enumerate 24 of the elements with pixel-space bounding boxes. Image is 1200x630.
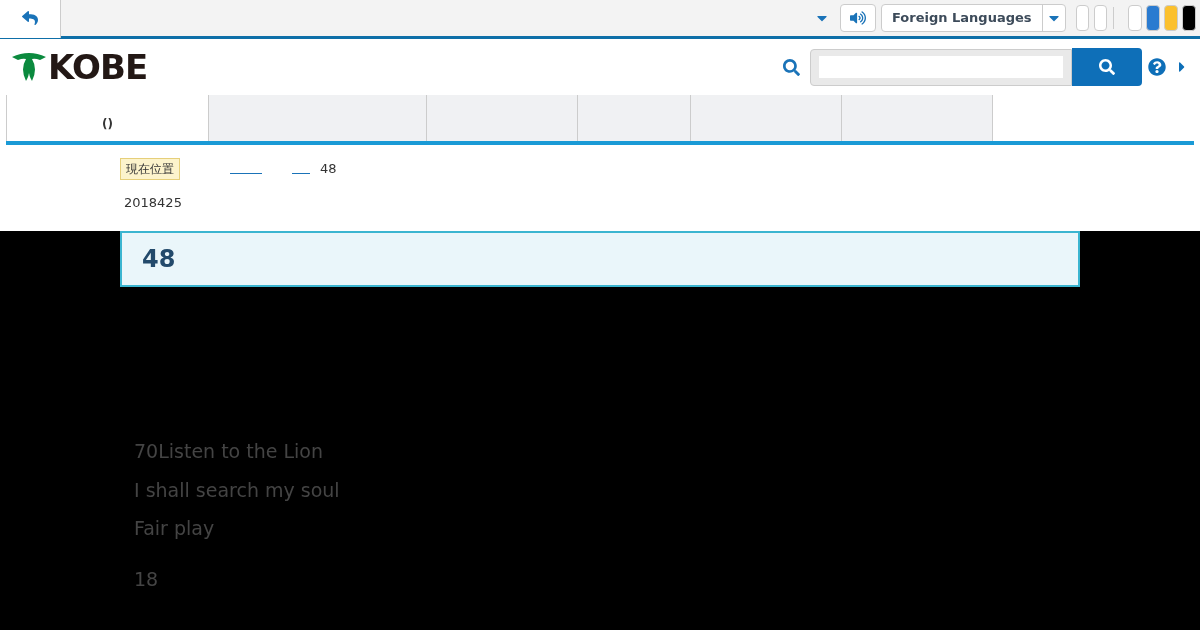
search-button[interactable] [1072,48,1142,86]
search-icon[interactable] [783,58,800,76]
breadcrumb-current: 48 [320,160,337,179]
help-icon[interactable] [1148,58,1166,76]
body-text: 70Listen to the Lion [134,439,325,464]
location-label: 現在位置 [120,158,180,180]
language-select[interactable]: Foreign Languages [881,4,1066,32]
body-text: 18 [134,566,160,592]
color-theme-button[interactable] [1128,5,1142,31]
search-field[interactable] [810,48,1072,86]
body-text: Fair play [134,516,216,541]
publish-date: 2018425 [124,194,182,212]
page-title: 48 [142,244,176,275]
back-icon [22,10,38,26]
color-theme-button[interactable] [1146,5,1160,31]
back-button[interactable] [0,0,61,38]
body-text: I shall search my soul [134,477,341,503]
kobe-logo[interactable]: KOBE [10,50,148,84]
color-theme-button[interactable] [1182,5,1196,31]
speaker-button[interactable] [840,4,876,32]
color-theme-button[interactable] [1164,5,1178,31]
logo-mark-icon [10,51,48,83]
speaker-icon [850,10,866,26]
search-icon [1099,59,1115,75]
